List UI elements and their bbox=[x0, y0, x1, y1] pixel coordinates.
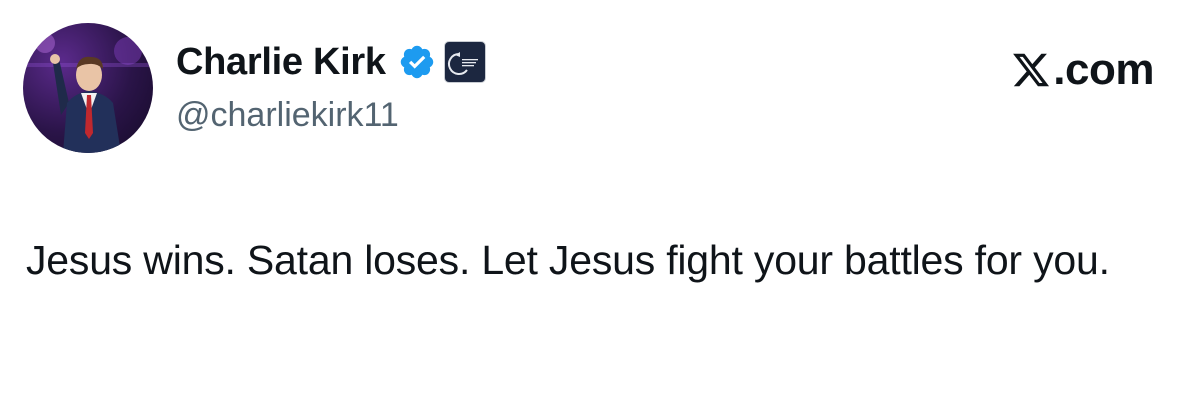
author-row: Charlie Kirk bbox=[176, 38, 486, 86]
turning-point-usa-badge-icon bbox=[447, 52, 478, 75]
affiliation-badge[interactable] bbox=[443, 41, 486, 83]
brand-watermark: .com bbox=[1011, 44, 1154, 96]
display-name[interactable]: Charlie Kirk bbox=[176, 41, 386, 84]
tweet-text: Jesus wins. Satan loses. Let Jesus fight… bbox=[26, 237, 1110, 283]
x-logo-icon bbox=[1013, 53, 1050, 87]
author-handle[interactable]: @charliekirk11 bbox=[176, 96, 399, 135]
tweet-card: Charlie Kirk @charliekirk11 .com Jesus w… bbox=[0, 0, 1200, 411]
avatar[interactable] bbox=[23, 23, 153, 153]
brand-label: .com bbox=[1053, 45, 1154, 94]
verified-badge-icon bbox=[400, 45, 433, 79]
avatar-image bbox=[23, 33, 153, 153]
